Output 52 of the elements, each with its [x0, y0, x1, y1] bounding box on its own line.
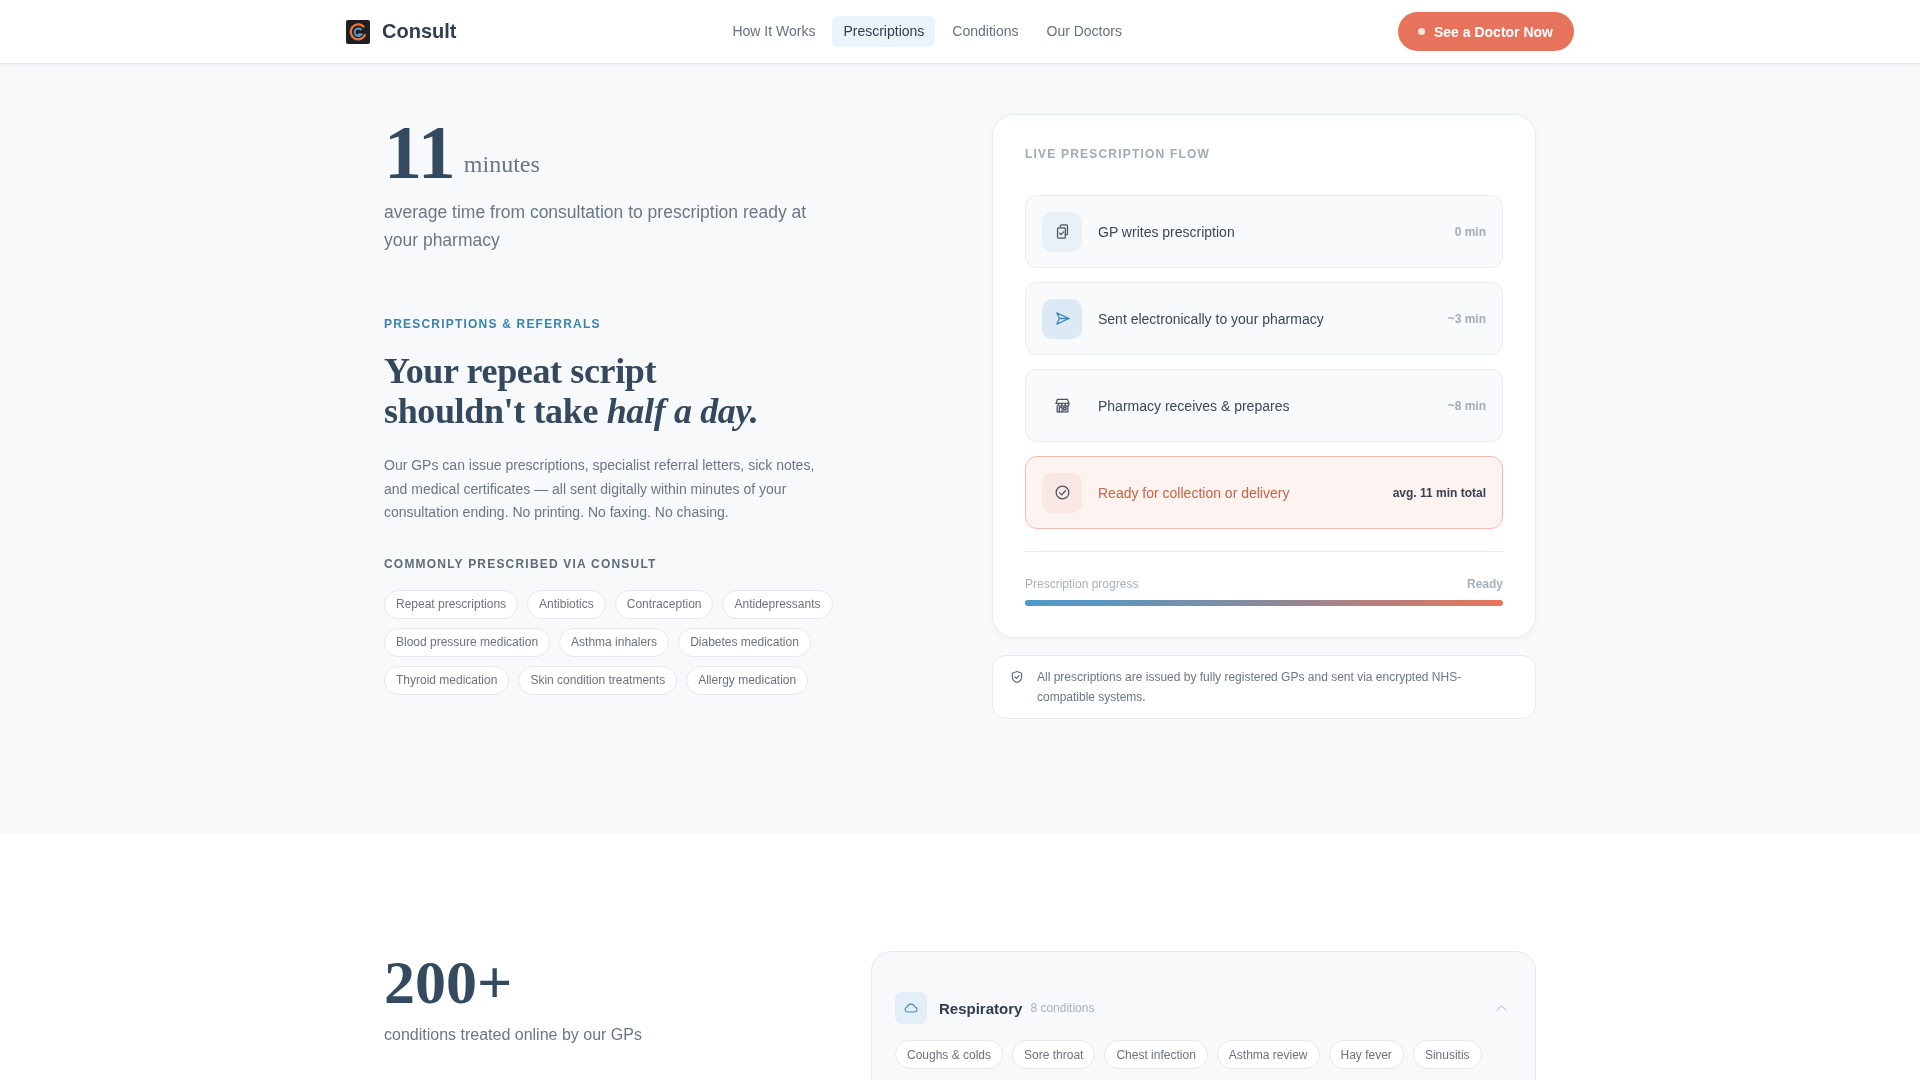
send-icon [1042, 298, 1082, 339]
condition-tag: Asthma review [1216, 1040, 1320, 1069]
shield-check-icon [1010, 670, 1024, 684]
medication-tag: Asthma inhalers [559, 627, 670, 657]
stat-caption: average time from consultation to prescription ready at your pharmacy [384, 201, 808, 252]
nav-link[interactable]: How It Works [721, 16, 827, 47]
condition-tag: Chest infection [1104, 1040, 1208, 1069]
stat-value: 11 [384, 114, 456, 190]
section-eyebrow: PRESCRIPTIONS & REFERRALS [384, 316, 602, 332]
medication-tag: Antidepressants [722, 589, 833, 619]
category-name[interactable]: Respiratory [939, 999, 1023, 1017]
card-title: LIVE PRESCRIPTION FLOW [1025, 146, 1212, 162]
logo-icon[interactable] [346, 19, 370, 44]
stat-unit: minutes [463, 152, 540, 179]
list-title: COMMONLY PRESCRIBED VIA CONSULT [384, 555, 658, 572]
step-label: Ready for collection or delivery [1098, 484, 1291, 501]
nav-link[interactable]: Prescriptions [832, 16, 936, 47]
section-description: Our GPs can issue prescriptions, specialist referral letters, sick notes, and medical certificates — all sent digitally within minutes of your consultation ending. No printing. No faxing. No chasing. [384, 456, 816, 522]
nav-link[interactable]: Our Doctors [1035, 16, 1133, 47]
progress-status: Ready [1466, 576, 1503, 592]
medication-tag: Contraception [614, 589, 714, 619]
step-time: ~8 min [1447, 398, 1486, 413]
step-time: ~3 min [1447, 311, 1486, 326]
notice-text: All prescriptions are issued by fully registered GPs and sent via encrypted NHS-compatible systems. [1037, 669, 1463, 706]
section-heading: Your repeat script shouldn't take half a day. [384, 351, 760, 431]
step-time: 0 min [1454, 224, 1486, 239]
medication-tag: Skin condition treatments [518, 665, 678, 695]
stat-caption: conditions treated online by our GPs [384, 1025, 642, 1045]
medication-tag: Blood pressure medication [384, 627, 551, 657]
step-time: avg. 11 min total [1392, 485, 1486, 500]
brand-name[interactable]: Consult [382, 20, 457, 43]
progress-label: Prescription progress [1025, 576, 1139, 592]
clipboard-check-icon [1042, 211, 1082, 252]
step-label: Pharmacy receives & prepares [1098, 397, 1291, 414]
step-label: Sent electronically to your pharmacy [1098, 310, 1325, 327]
medication-tag: Repeat prescriptions [384, 589, 519, 619]
step-label: GP writes prescription [1098, 223, 1236, 240]
store-icon [1053, 397, 1071, 414]
cta-button[interactable]: See a Doctor Now [1397, 12, 1574, 51]
cloud-icon [895, 992, 927, 1024]
medication-tag: Diabetes medication [678, 627, 811, 657]
dot-icon [1417, 28, 1425, 35]
category-count: 8 conditions [1030, 1001, 1095, 1015]
condition-tag: Hay fever [1328, 1040, 1404, 1069]
stat-value: 200+ [384, 951, 514, 1013]
condition-tag: Coughs & colds [895, 1040, 1004, 1069]
medication-tag: Thyroid medication [384, 665, 510, 695]
condition-tag: Sinusitis [1412, 1040, 1482, 1069]
nav-link[interactable]: Conditions [941, 16, 1030, 47]
medication-tag: Antibiotics [527, 589, 606, 619]
condition-tag: Sore throat [1012, 1040, 1096, 1069]
medication-tag: Allergy medication [686, 665, 809, 695]
